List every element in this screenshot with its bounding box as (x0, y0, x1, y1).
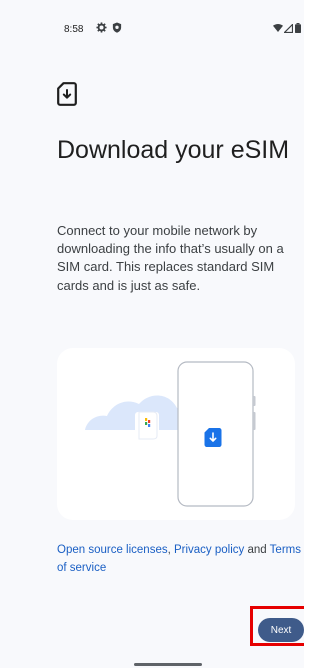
status-bar: 8:58 (0, 0, 304, 40)
settings-gear-icon (96, 22, 107, 33)
legal-links: Open source licenses, Privacy policy and… (57, 541, 304, 577)
esim-illustration (57, 348, 295, 520)
and-text: and (244, 544, 270, 556)
esim-setup-screen: 8:58 Download your eSIM Connect to your … (0, 0, 304, 668)
page-title: Download your eSIM (57, 136, 290, 164)
gesture-nav-handle[interactable] (134, 663, 202, 666)
wifi-icon (273, 24, 283, 32)
small-sim-card-icon (135, 411, 159, 440)
status-time: 8:58 (64, 24, 84, 35)
next-button[interactable]: Next (258, 618, 304, 642)
signal-icon (284, 24, 293, 33)
open-source-licenses-link[interactable]: Open source licenses (57, 544, 168, 556)
shield-icon (112, 22, 122, 33)
sim-card-icon (204, 428, 222, 447)
battery-icon (295, 23, 301, 33)
sim-download-icon (57, 82, 77, 106)
screen-edge (304, 0, 314, 668)
description-text: Connect to your mobile network by downlo… (57, 223, 284, 293)
privacy-policy-link[interactable]: Privacy policy (174, 544, 244, 556)
